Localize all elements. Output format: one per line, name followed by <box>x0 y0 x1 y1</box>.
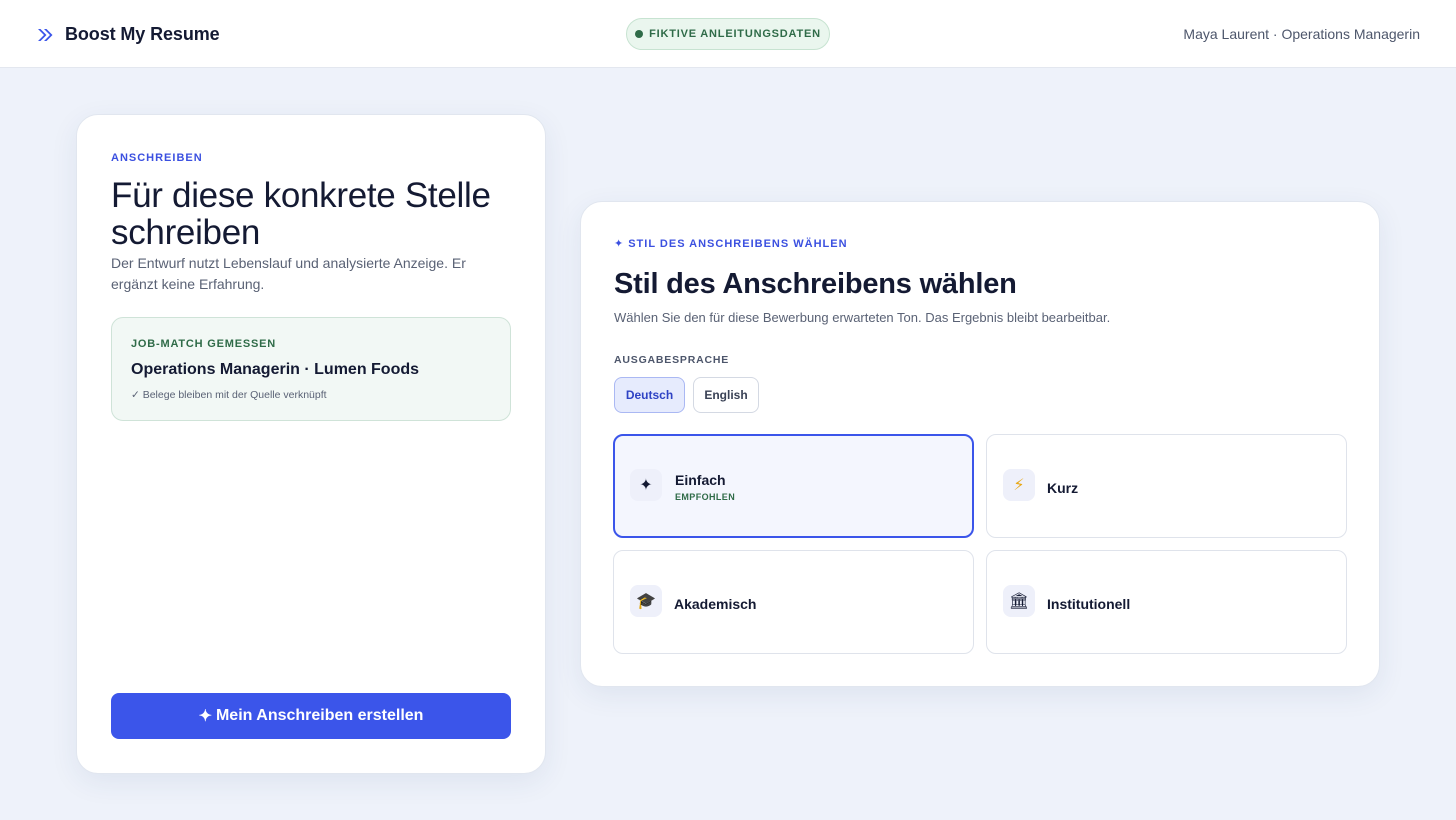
style-option-label: Akademisch <box>674 596 757 612</box>
style-picker-eyebrow: ✦ STIL DES ANSCHREIBENS WÄHLEN <box>614 237 848 251</box>
top-bar: Boost My Resume FIKTIVE ANLEITUNGSDATEN … <box>0 0 1456 68</box>
style-picker-eyebrow-label: STIL DES ANSCHREIBENS WÄHLEN <box>628 237 848 250</box>
job-match-eyebrow: JOB-MATCH GEMESSEN <box>131 338 276 350</box>
style-picker-panel: ✦ STIL DES ANSCHREIBENS WÄHLEN Stil des … <box>580 201 1380 687</box>
create-cover-letter-label: Mein Anschreiben erstellen <box>215 707 424 724</box>
graduation-cap-icon: 🎓 <box>630 585 662 617</box>
style-option-label: Institutionell <box>1047 596 1131 612</box>
brand[interactable]: Boost My Resume <box>36 24 220 45</box>
job-match-note: ✓ Belege bleiben mit der Quelle verknüpf… <box>131 389 327 401</box>
style-option-label: Kurz <box>1047 480 1079 496</box>
style-option-einfach[interactable]: ✦ Einfach EMPFOHLEN <box>613 434 974 538</box>
page-subtitle: Der Entwurf nutzt Lebenslauf und analysi… <box>111 255 466 292</box>
cover-letter-panel: ANSCHREIBEN Für diese konkrete Stelle sc… <box>76 114 546 774</box>
language-option-english[interactable]: English <box>693 377 759 413</box>
recommended-badge: EMPFOHLEN <box>675 492 736 502</box>
lightning-icon: ⚡ <box>1003 469 1035 501</box>
style-picker-title: Stil des Anschreibens wählen <box>614 268 1017 300</box>
output-language-label: AUSGABESPRACHE <box>614 354 730 366</box>
brand-name: Boost My Resume <box>65 24 220 44</box>
style-option-institutionell[interactable]: 🏛 Institutionell <box>986 550 1347 654</box>
institution-building-icon: 🏛 <box>1003 585 1035 617</box>
style-picker-subtitle: Wählen Sie den für diese Bewerbung erwar… <box>614 310 1111 325</box>
status-dot-icon <box>635 30 644 38</box>
double-chevron-right-icon <box>36 26 54 44</box>
user-info: Maya Laurent · Operations Managerin <box>1183 26 1420 42</box>
sparkle-icon: ✦ <box>198 708 212 725</box>
job-match-card: JOB-MATCH GEMESSEN Operations Managerin … <box>111 317 511 421</box>
page-title: Für diese konkrete Stelle schreiben <box>111 176 491 252</box>
job-match-title: Operations Managerin · Lumen Foods <box>131 361 420 378</box>
sparkle-icon: ✦ <box>614 238 625 250</box>
style-option-akademisch[interactable]: 🎓 Akademisch <box>613 550 974 654</box>
demo-data-badge: FIKTIVE ANLEITUNGSDATEN <box>626 18 830 50</box>
style-option-label: Einfach <box>675 472 726 488</box>
demo-data-badge-label: FIKTIVE ANLEITUNGSDATEN <box>649 28 821 40</box>
create-cover-letter-button[interactable]: ✦ Mein Anschreiben erstellen <box>111 693 511 739</box>
style-option-kurz[interactable]: ⚡ Kurz <box>986 434 1347 538</box>
language-option-deutsch[interactable]: Deutsch <box>614 377 685 413</box>
sparkle-icon: ✦ <box>630 469 662 501</box>
section-eyebrow: ANSCHREIBEN <box>111 152 203 164</box>
